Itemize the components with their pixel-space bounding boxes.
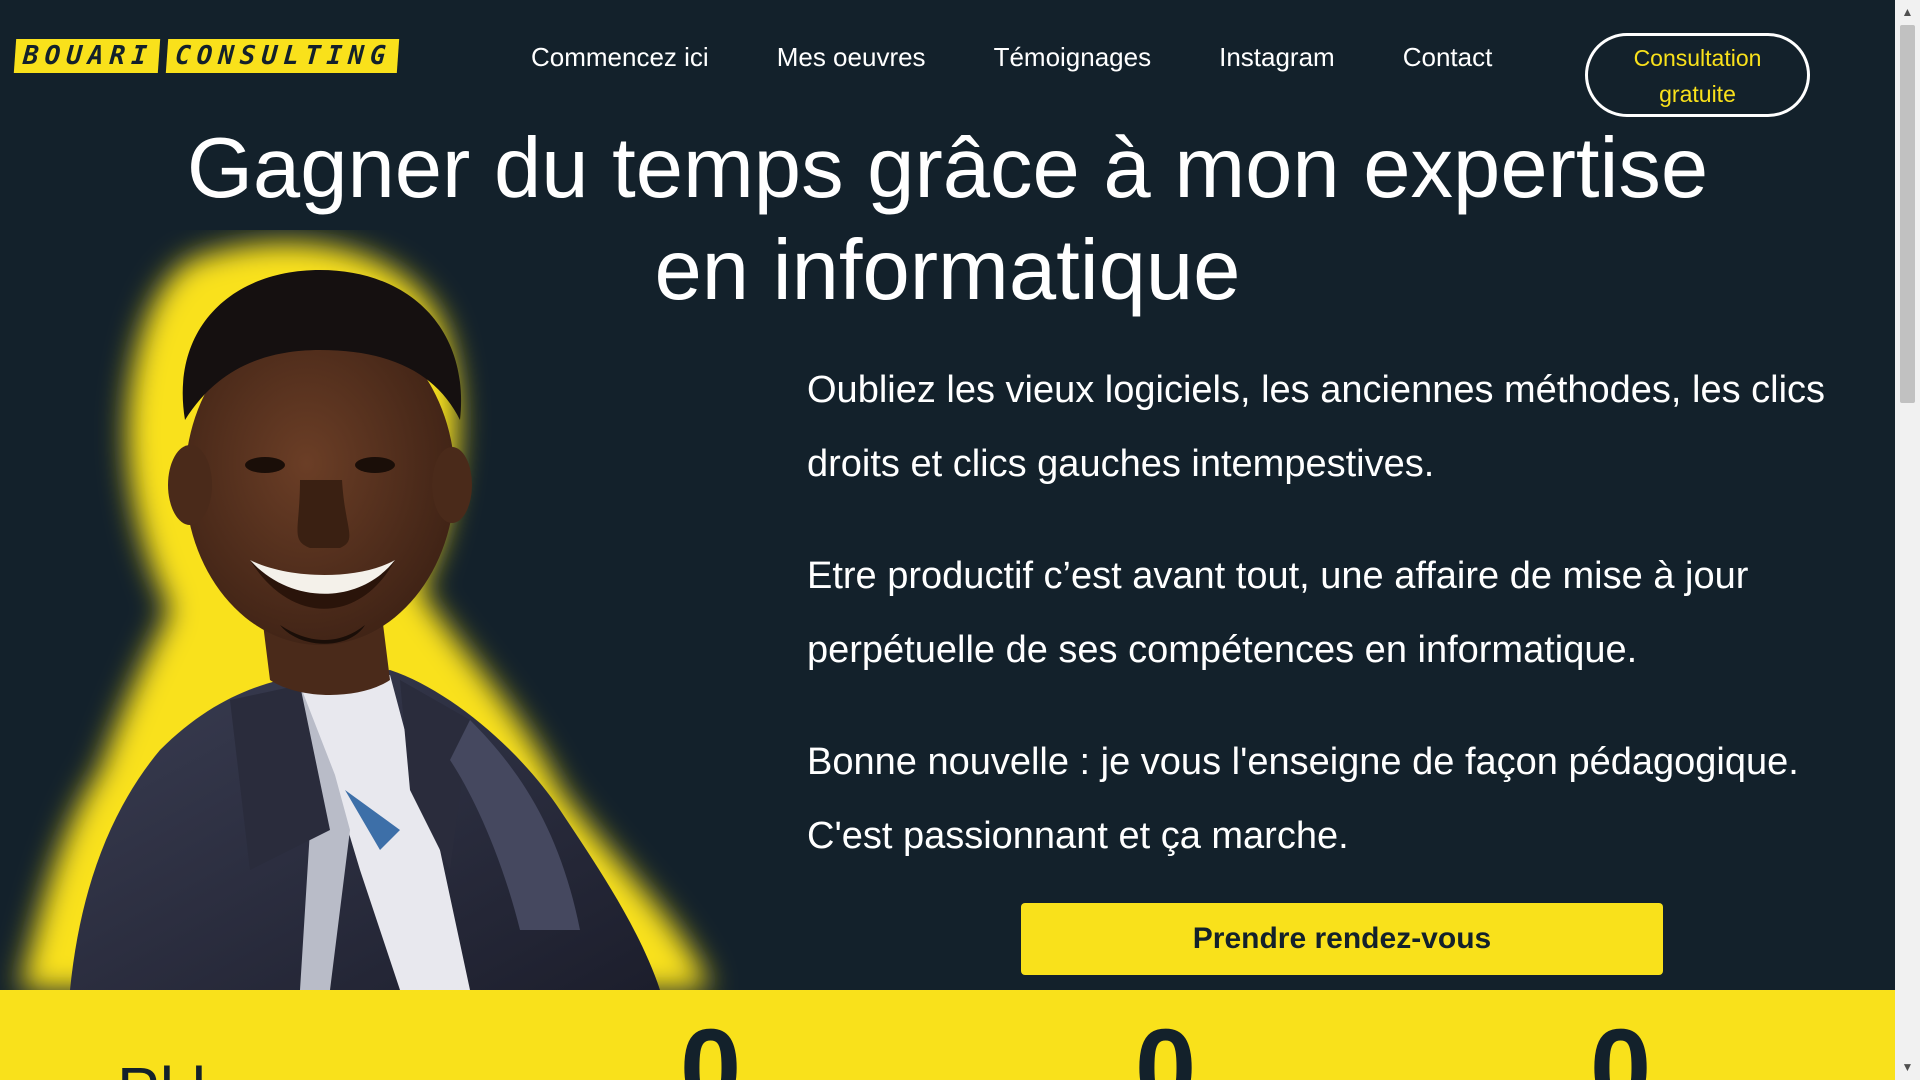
stat-number-3: 0	[1590, 1007, 1652, 1080]
scroll-up-arrow-icon[interactable]: ▲	[1895, 0, 1920, 25]
main-nav: Commencez ici Mes oeuvres Témoignages In…	[531, 40, 1492, 74]
stats-band: Pl l 0 0 0	[0, 990, 1895, 1080]
stats-band-label: Pl l	[117, 1058, 206, 1080]
nav-contact[interactable]: Contact	[1403, 40, 1493, 74]
stat-number-1: 0	[680, 1007, 742, 1080]
brand-logo[interactable]: BOUARI CONSULTING	[13, 39, 399, 73]
hero-paragraph-2: Etre productif c’est avant tout, une aff…	[807, 555, 1749, 671]
nav-instagram[interactable]: Instagram	[1219, 40, 1335, 74]
scrollbar-thumb[interactable]	[1900, 25, 1915, 403]
nav-mes-oeuvres[interactable]: Mes oeuvres	[777, 40, 926, 74]
cta-outline-line1: Consultation	[1633, 45, 1762, 71]
logo-word-consulting: CONSULTING	[165, 39, 399, 73]
cta-outline-line2: gratuite	[1659, 81, 1736, 107]
page-scrollbar[interactable]: ▲ ▼	[1895, 0, 1920, 1080]
hero-title-line1: Gagner du temps grâce à mon expertise	[186, 121, 1709, 216]
hero-paragraph-3: Bonne nouvelle : je vous l'enseigne de f…	[807, 741, 1799, 857]
stat-number-2: 0	[1135, 1007, 1197, 1080]
consultation-gratuite-button[interactable]: Consultation gratuite	[1585, 33, 1810, 117]
logo-word-bouari: BOUARI	[13, 39, 161, 73]
nav-commencez-ici[interactable]: Commencez ici	[531, 40, 709, 74]
prendre-rendez-vous-button[interactable]: Prendre rendez-vous	[1021, 903, 1663, 975]
hero-copy: Oubliez les vieux logiciels, les ancienn…	[807, 353, 1887, 911]
scroll-down-arrow-icon[interactable]: ▼	[1895, 1055, 1920, 1080]
person-portrait-photo	[20, 242, 710, 990]
hero-paragraph-1: Oubliez les vieux logiciels, les ancienn…	[807, 369, 1826, 485]
nav-temoignages[interactable]: Témoignages	[994, 40, 1152, 74]
landing-page: BOUARI CONSULTING Commencez ici Mes oeuv…	[0, 0, 1895, 1080]
